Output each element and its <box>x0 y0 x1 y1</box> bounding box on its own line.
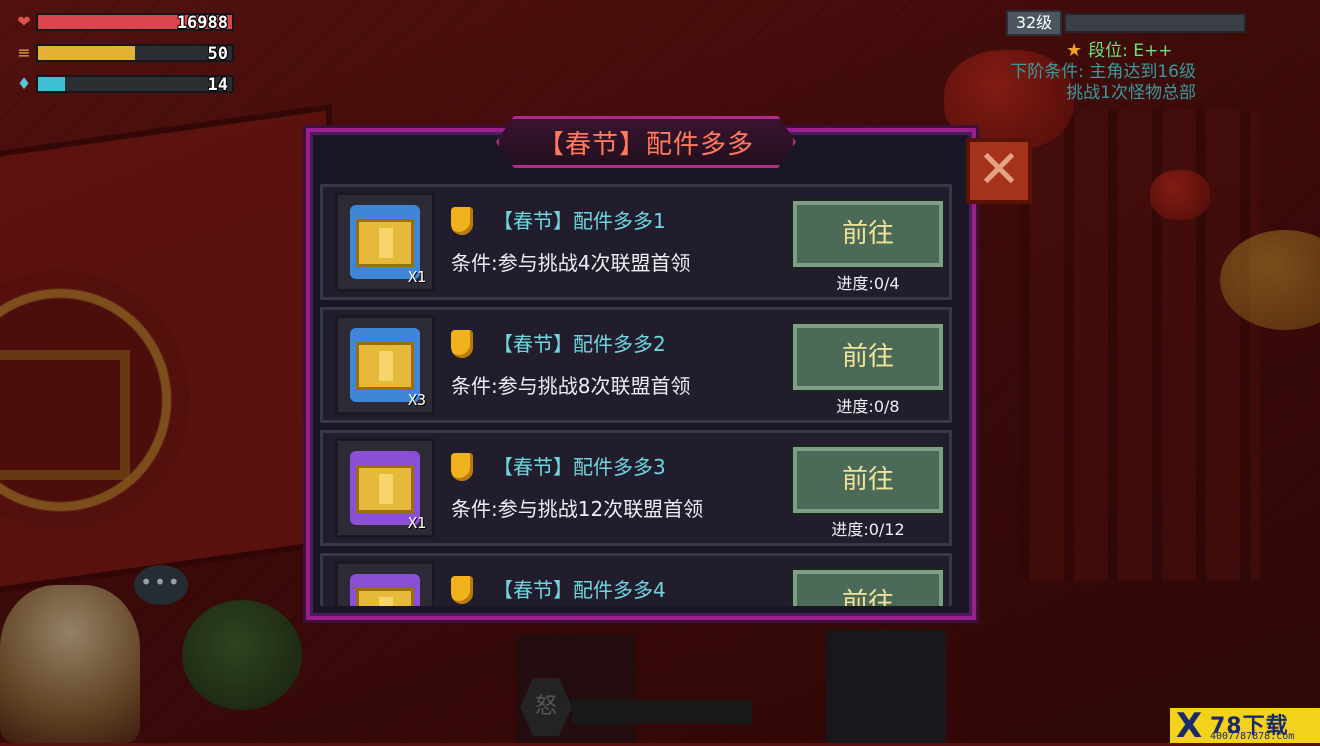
watermark-logo: X 78下载 4007787878.com <box>1170 706 1320 746</box>
reward-count: X1 <box>407 514 426 532</box>
task-condition: 条件:参与挑战8次联盟首领 <box>451 374 691 398</box>
dialog-title: 【春节】配件多多 <box>537 130 754 160</box>
task-progress: 进度:0/8 <box>836 397 900 416</box>
task-name: 【春节】配件多多3 <box>493 455 666 479</box>
task-row: X3 【春节】配件多多2 条件:参与挑战8次联盟首领 前往进度:0/8 <box>320 307 952 423</box>
task-name: 【春节】配件多多4 <box>493 578 666 602</box>
go-button[interactable]: 前往 <box>793 570 943 606</box>
reward-count: X1 <box>407 268 426 286</box>
reward-item-slot[interactable]: X1 <box>335 438 435 538</box>
watermark-phone: 4007787878.com <box>1210 731 1295 742</box>
task-name: 【春节】配件多多1 <box>493 209 666 233</box>
stat-value: 50 <box>207 44 228 64</box>
task-progress: 进度:0/4 <box>836 274 900 293</box>
task-name: 【春节】配件多多2 <box>493 332 666 356</box>
task-condition: 条件:参与挑战12次联盟首领 <box>451 497 704 521</box>
task-list[interactable]: X1 【春节】配件多多1 条件:参与挑战4次联盟首领 前往 进度:0/4 X3 【春节】配件… <box>320 184 952 606</box>
rank-label[interactable]: ★ 段位: E++ <box>1066 36 1173 61</box>
watermark-mark: X <box>1176 706 1203 746</box>
level-exp-bar <box>1064 13 1246 33</box>
task-condition: 条件:参与挑战4次联盟首领 <box>451 251 691 275</box>
stat-value: 16988 <box>176 13 228 33</box>
next-condition-line: 挑战1次怪物总部 <box>1066 83 1196 103</box>
close-button[interactable]: ✕ <box>966 138 1032 204</box>
next-rank-condition: 下阶条件: 主角达到16级 挑战1次怪物总部 <box>970 62 1196 104</box>
stat-fill <box>38 46 135 60</box>
stat-value: 14 <box>207 75 228 95</box>
food-icon: ≡ <box>17 43 31 62</box>
close-x-icon: ✕ <box>977 140 1021 200</box>
reward-item-slot[interactable] <box>335 561 435 606</box>
heart-icon: ❤ <box>17 12 31 31</box>
stat-bar: 50 <box>36 44 234 64</box>
star-icon: ★ <box>1066 40 1083 61</box>
rank-text: 段位: E++ <box>1088 41 1173 61</box>
task-progress: 进度:0/12 <box>831 520 905 539</box>
go-button[interactable]: 前往 <box>793 447 943 513</box>
parts-crate-icon <box>350 574 420 606</box>
medal-icon <box>451 207 473 235</box>
task-row: X1 【春节】配件多多1 条件:参与挑战4次联盟首领 前往进度:0/4 <box>320 184 952 300</box>
medal-icon <box>451 453 473 481</box>
stat-bar: 14 <box>36 75 234 95</box>
reward-item-slot[interactable]: X1 <box>335 192 435 292</box>
level-badge: 32级 <box>1006 10 1062 36</box>
medal-icon <box>451 576 473 604</box>
task-row: X1 【春节】配件多多3 条件:参与挑战12次联盟首领 前往进度:0/12 <box>320 430 952 546</box>
reward-item-slot[interactable]: X3 <box>335 315 435 415</box>
water-icon: ♦ <box>16 74 32 93</box>
stat-fill <box>38 77 66 91</box>
go-button[interactable]: 前往 <box>793 324 943 390</box>
reward-count: X3 <box>407 391 426 409</box>
task-row: 【春节】配件多多4 前往 <box>320 553 952 606</box>
medal-icon <box>451 330 473 358</box>
stat-bar: 16988 <box>36 13 234 33</box>
next-condition-line: 下阶条件: 主角达到16级 <box>1010 62 1196 82</box>
go-button[interactable]: 前往 <box>793 201 943 267</box>
